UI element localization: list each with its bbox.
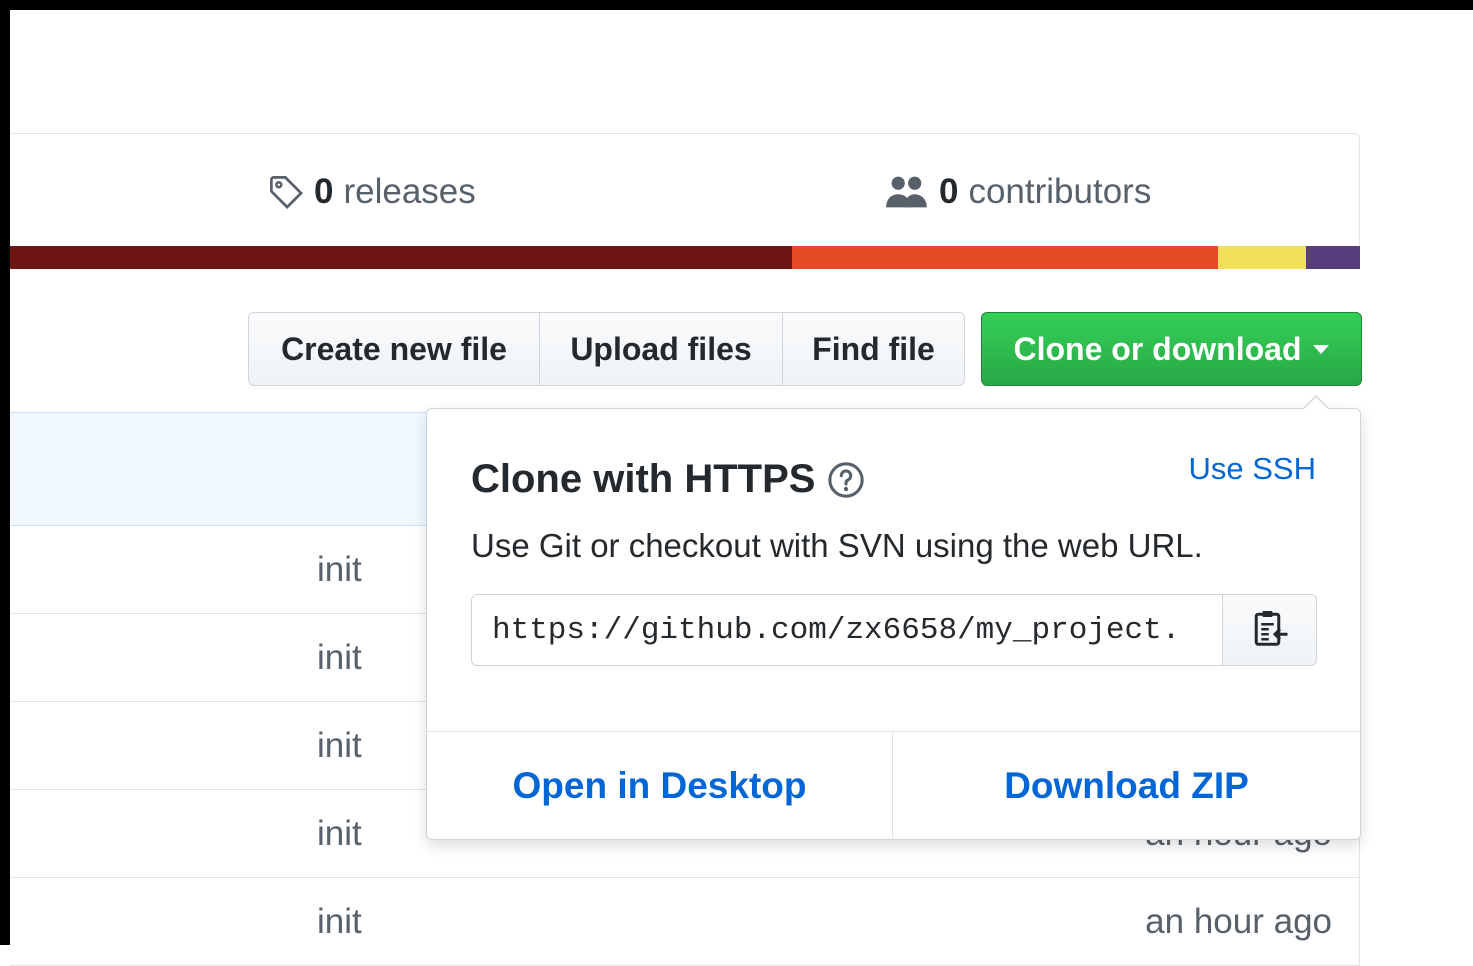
screen-border-top — [0, 0, 1473, 10]
dropdown-arrow-fill — [1303, 397, 1329, 410]
language-segment — [10, 246, 792, 269]
clone-or-download-button[interactable]: Clone or download — [981, 312, 1362, 386]
language-bar[interactable] — [10, 246, 1360, 269]
commit-age: an hour ago — [1145, 902, 1332, 941]
people-icon — [885, 174, 929, 210]
commit-message-link[interactable]: init — [317, 814, 362, 854]
clone-button-label: Clone or download — [1013, 330, 1302, 367]
clone-title: Clone with HTTPS — [471, 457, 865, 502]
language-segment — [1306, 246, 1360, 269]
tag-icon — [268, 174, 304, 210]
file-actions-group: Create new file Upload files Find file — [248, 312, 965, 386]
clone-footer: Open in Desktop Download ZIP — [427, 731, 1360, 840]
commit-message-link[interactable]: init — [317, 550, 362, 590]
commit-message-link[interactable]: init — [317, 638, 362, 678]
contributors-count: 0 — [939, 172, 959, 211]
clipboard-icon — [1250, 608, 1290, 653]
clone-title-text: Clone with HTTPS — [471, 457, 816, 501]
language-segment — [792, 246, 1218, 269]
commit-message-link[interactable]: init — [317, 902, 362, 942]
clone-dropdown: Clone with HTTPS Use SSH Use Git or chec… — [426, 395, 1361, 840]
commit-message-link[interactable]: init — [317, 726, 362, 766]
upload-files-button[interactable]: Upload files — [540, 312, 783, 386]
copy-url-button[interactable] — [1223, 594, 1317, 666]
releases-count: 0 — [314, 172, 334, 211]
language-segment — [1218, 246, 1306, 269]
question-icon[interactable] — [827, 461, 865, 499]
find-file-button[interactable]: Find file — [783, 312, 965, 386]
clone-url-group — [471, 594, 1317, 666]
clone-url-input[interactable] — [471, 594, 1223, 666]
download-zip-button[interactable]: Download ZIP — [893, 732, 1360, 840]
table-row[interactable]: init an hour ago — [10, 878, 1360, 966]
open-in-desktop-button[interactable]: Open in Desktop — [427, 732, 893, 840]
create-new-file-button[interactable]: Create new file — [248, 312, 540, 386]
releases-link[interactable]: 0 releases — [268, 172, 476, 212]
clone-description: Use Git or checkout with SVN using the w… — [471, 527, 1203, 564]
caret-down-icon — [1313, 344, 1330, 354]
releases-label: releases — [343, 172, 476, 211]
use-ssh-link[interactable]: Use SSH — [1189, 451, 1316, 487]
screen-border-left — [0, 0, 10, 945]
contributors-label: contributors — [968, 172, 1152, 211]
contributors-link[interactable]: 0 contributors — [885, 172, 1151, 212]
